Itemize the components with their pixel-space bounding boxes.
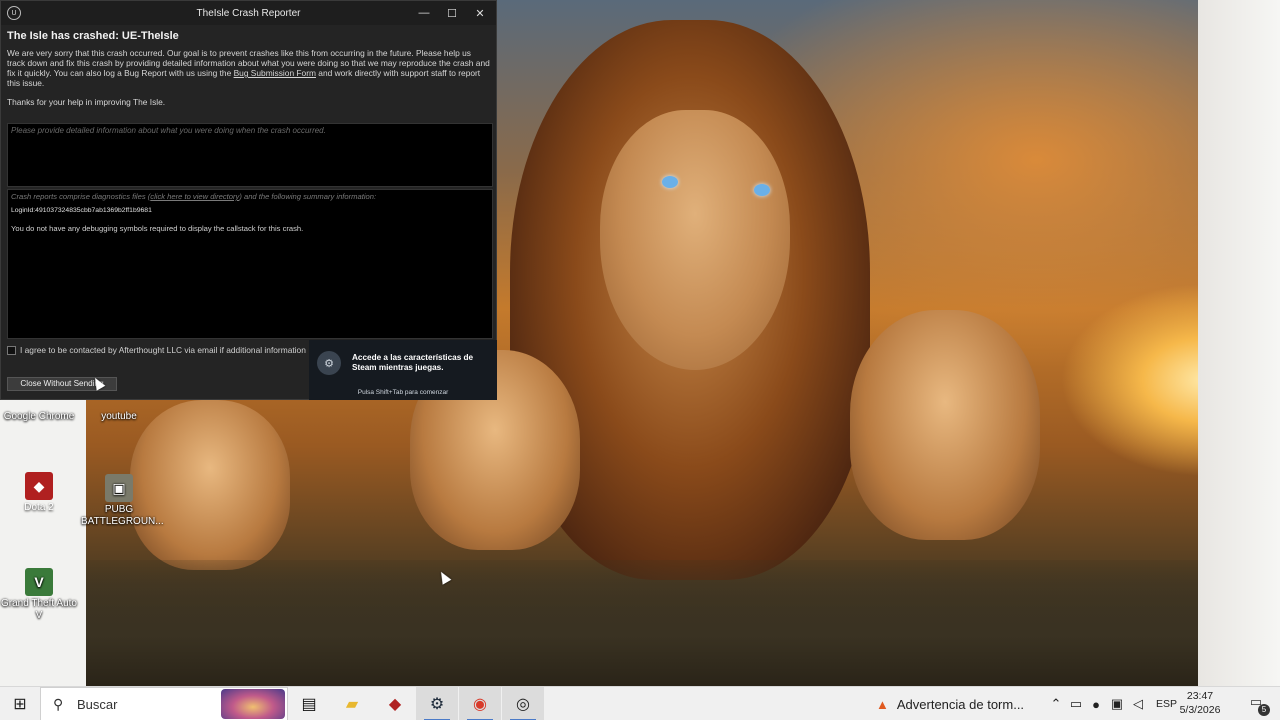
steam-icon: ⚙: [429, 696, 445, 713]
steam-overlay-hint: Pulsa Shift+Tab para comenzar: [357, 389, 449, 396]
taskbar-dota2[interactable]: ◆: [374, 687, 416, 720]
description-placeholder: Please provide detailed information abou…: [11, 126, 326, 135]
folder-icon: ▰: [345, 696, 359, 713]
grass-ground: [86, 560, 1198, 686]
clock-time: 23:47: [1186, 690, 1214, 702]
notification-badge: 5: [1258, 704, 1270, 716]
callstack-message: You do not have any debugging symbols re…: [11, 224, 304, 233]
desktop-icon-pubg[interactable]: ▣ PUBG BATTLEGROUN...: [81, 474, 164, 528]
search-placeholder: Buscar: [77, 696, 118, 712]
bug-submission-link[interactable]: Bug Submission Form: [234, 68, 316, 78]
lion-eye: [662, 176, 678, 188]
taskbar-file-explorer[interactable]: ▰: [331, 687, 373, 720]
dota2-icon: ◆: [388, 696, 402, 713]
steam-icon: ⚙: [317, 351, 341, 375]
taskbar-chrome[interactable]: ◉: [459, 687, 501, 720]
microphone-icon[interactable]: ●: [1086, 697, 1106, 712]
dota2-icon: ◆: [25, 472, 53, 500]
weather-widget[interactable]: ▲ Advertencia de torm...: [876, 687, 1024, 720]
thanks-text: Thanks for your help in improving The Is…: [7, 97, 166, 107]
taskbar-steam[interactable]: ⚙: [416, 687, 458, 720]
crash-heading: The Isle has crashed: UE-TheIsle: [7, 30, 179, 42]
lion-face: [600, 110, 790, 370]
search-highlight-image: [221, 689, 285, 719]
contact-consent-row[interactable]: I agree to be contacted by Afterthought …: [7, 345, 306, 355]
task-view-button[interactable]: ▤: [288, 687, 330, 720]
desktop-icon-gta[interactable]: V Grand Theft Auto V: [1, 568, 77, 622]
unreal-engine-icon: ◎: [516, 696, 530, 713]
gta-icon: V: [25, 568, 53, 596]
windows-icon: ⊞: [13, 695, 27, 713]
desktop-left-strip: [0, 400, 86, 686]
steam-overlay-notification[interactable]: ⚙ Accede a las características de Steam …: [309, 340, 497, 400]
crash-summary-panel: Crash reports comprise diagnostics files…: [7, 189, 493, 339]
system-tray: ⌃ ▭ ● ▣ ◁ ESP: [1046, 687, 1177, 720]
contact-consent-label: I agree to be contacted by Afterthought …: [20, 345, 306, 355]
desktop-icon-label: youtube: [101, 411, 137, 422]
taskbar-crash-reporter[interactable]: ◎: [502, 687, 544, 720]
notification-center-button[interactable]: ▭ 5: [1246, 694, 1270, 716]
desktop-icon-label: Dota 2: [24, 502, 54, 513]
lion-eye: [754, 184, 770, 196]
search-icon: ⚲: [53, 695, 64, 712]
minimize-button[interactable]: —: [410, 1, 438, 25]
task-view-icon: ▤: [301, 696, 317, 713]
cub-right: [850, 310, 1040, 540]
summary-text: Crash reports comprise diagnostics files…: [11, 192, 151, 201]
chevron-up-icon[interactable]: ⌃: [1046, 696, 1066, 712]
login-id: LoginId:491037324835cbb7ab1369b2ff1b9681: [11, 207, 152, 214]
taskbar-clock[interactable]: 23:47 5/3/2026: [1174, 689, 1226, 717]
taskbar-search[interactable]: ⚲ Buscar: [40, 687, 288, 720]
volume-icon[interactable]: ◁: [1128, 696, 1148, 712]
display-icon[interactable]: ▣: [1106, 696, 1128, 712]
desktop-icon-label: Grand Theft Auto V: [1, 598, 77, 621]
desktop-icon-label: PUBG BATTLEGROUN...: [81, 504, 164, 527]
desktop-right-strip: [1198, 0, 1280, 686]
contact-consent-checkbox[interactable]: [7, 345, 16, 355]
summary-text-end: ) and the following summary information:: [239, 192, 377, 201]
start-button[interactable]: ⊞: [0, 687, 40, 720]
clock-date: 5/3/2026: [1179, 704, 1221, 716]
weather-text: Advertencia de torm...: [896, 696, 1025, 712]
close-window-button[interactable]: ✕: [466, 1, 494, 25]
pubg-icon: ▣: [105, 474, 133, 502]
summary-hint: Crash reports comprise diagnostics files…: [11, 192, 489, 201]
crash-intro: We are very sorry that this crash occurr…: [7, 48, 490, 88]
steam-overlay-message: Accede a las características de Steam mi…: [352, 353, 474, 372]
crash-description-input[interactable]: Please provide detailed information abou…: [7, 123, 493, 187]
window-titlebar[interactable]: U TheIsle Crash Reporter — ☐ ✕: [1, 1, 496, 25]
maximize-button[interactable]: ☐: [438, 1, 466, 25]
taskbar: ⊞ ⚲ Buscar ▤ ▰ ◆ ⚙ ◉ ◎ ▲ Advertencia de …: [0, 686, 1280, 720]
desktop-icon-label: Google Chrome: [3, 411, 75, 422]
network-icon[interactable]: ▭: [1066, 696, 1086, 712]
chrome-icon: ◉: [473, 696, 487, 713]
view-directory-link[interactable]: click here to view directory: [150, 192, 239, 201]
storm-warning-icon: ▲: [876, 696, 889, 712]
desktop-icon-dota2[interactable]: ◆ Dota 2: [1, 472, 77, 514]
